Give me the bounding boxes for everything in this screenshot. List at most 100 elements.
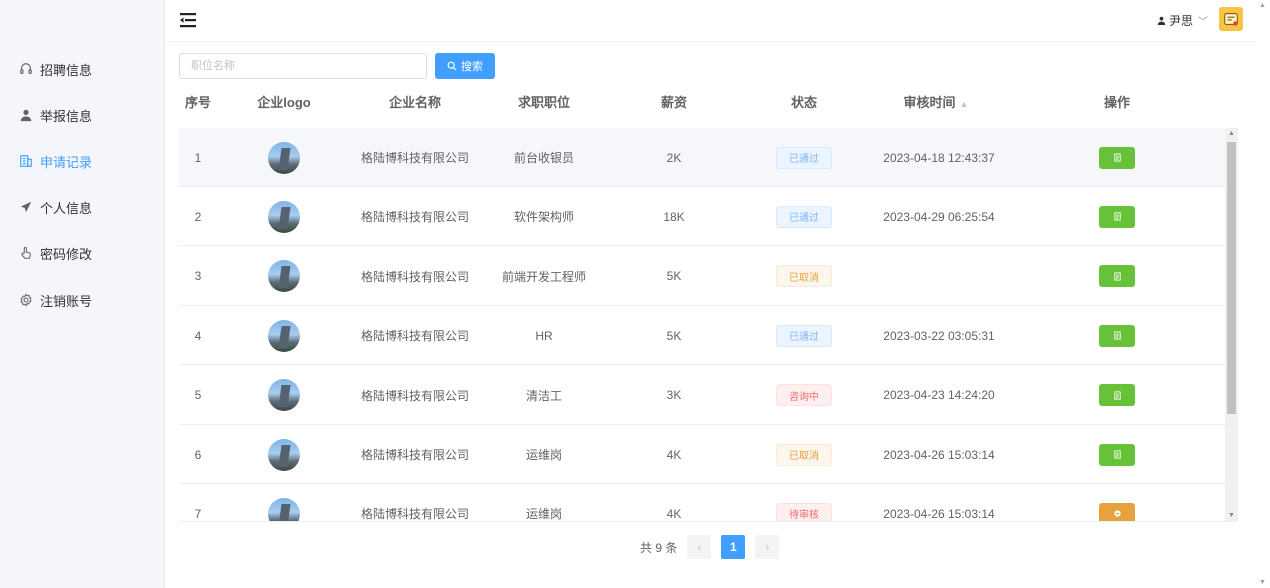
cell-position: 前端开发工程师 (501, 269, 587, 284)
page-scroll-down-icon[interactable]: ▼ (1259, 579, 1266, 586)
table-row[interactable]: 2 格陆博科技有限公司 软件架构师 18K 已通过 2023-04-29 06:25:54 (179, 187, 1225, 247)
user-icon (18, 107, 34, 123)
cell-logo (268, 187, 300, 246)
sidebar-item-label: 申请记录 (40, 154, 93, 170)
status-badge: 已通过 (776, 205, 832, 228)
cell-company: 格陆博科技有限公司 (360, 388, 470, 403)
view-detail-button[interactable] (1099, 443, 1135, 466)
cell-action (1099, 366, 1135, 425)
table-scrollbar[interactable]: ▲ ▼ (1225, 128, 1238, 522)
column-header-time-label: 审核时间 (903, 95, 956, 110)
cell-index: 7 (194, 506, 202, 521)
chevron-left-icon: ‹ (697, 540, 702, 554)
view-detail-button[interactable] (1099, 146, 1135, 169)
sidebar-item-recruitment[interactable]: 招聘信息 (18, 57, 92, 81)
cell-logo (268, 484, 300, 521)
table-body: 1 格陆博科技有限公司 前台收银员 2K 已通过 2023-04-18 12:43:37 2… (179, 128, 1225, 522)
cell-salary: 5K (666, 328, 682, 343)
search-icon (447, 61, 457, 71)
column-header-logo: 企业logo (257, 95, 311, 110)
headset-icon (18, 61, 34, 77)
document-icon (1113, 450, 1121, 459)
sort-icon[interactable]: ▲ (960, 87, 969, 121)
cell-company: 格陆博科技有限公司 (360, 151, 470, 165)
table-row[interactable]: 5 格陆博科技有限公司 清洁工 3K 咨询中 2023-04-23 14:24:20 (179, 366, 1225, 425)
document-icon (1113, 391, 1121, 400)
sidebar-item-profile[interactable]: 个人信息 (18, 195, 92, 219)
table-row[interactable]: 7 格陆博科技有限公司 运维岗 4K 待审核 2023-04-26 15:03:14 (179, 484, 1225, 521)
view-detail-button[interactable] (1099, 384, 1135, 407)
page-scrollbar[interactable]: ▲ ▼ (1256, 0, 1270, 588)
cell-position: 软件架构师 (513, 210, 575, 225)
cell-index: 3 (194, 269, 202, 284)
page-scroll-up-icon[interactable]: ▲ (1259, 2, 1266, 9)
prev-page-button[interactable]: ‹ (687, 535, 712, 559)
view-detail-button[interactable] (1099, 265, 1135, 288)
cell-salary: 2K (666, 150, 682, 165)
cell-company: 格陆博科技有限公司 (360, 269, 470, 284)
company-logo (268, 200, 300, 233)
cell-logo (268, 366, 300, 425)
document-icon (1113, 331, 1121, 340)
cell-review-time: 2023-03-22 03:05:31 (883, 328, 995, 343)
cell-index: 2 (194, 209, 202, 224)
cell-review-time: 2023-04-26 15:03:14 (883, 447, 995, 462)
view-detail-button[interactable] (1099, 502, 1135, 521)
view-detail-button[interactable] (1099, 324, 1135, 347)
scroll-down-icon[interactable]: ▼ (1225, 510, 1238, 522)
sidebar-item-label: 个人信息 (40, 200, 93, 216)
column-header-salary: 薪资 (660, 95, 688, 110)
sidebar-item-applications[interactable]: 申请记录 (18, 149, 92, 173)
company-logo (268, 319, 300, 352)
cell-logo (268, 128, 300, 187)
sidebar-item-password[interactable]: 密码修改 (18, 241, 92, 265)
table-row[interactable]: 6 格陆博科技有限公司 运维岗 4K 已取消 2023-04-26 15:03:14 (179, 425, 1225, 484)
cell-position: 运维岗 (525, 448, 563, 462)
cell-status: 已通过 (776, 187, 832, 246)
user-menu[interactable]: 尹思 ﹀ (1157, 12, 1208, 29)
search-input[interactable] (179, 53, 427, 79)
avatar-image-icon (1224, 13, 1238, 26)
circle-icon (1113, 510, 1121, 518)
column-header-index: 序号 (184, 95, 212, 110)
table-row[interactable]: 3 格陆博科技有限公司 前端开发工程师 5K 已取消 (179, 247, 1225, 306)
next-page-button[interactable]: › (755, 535, 780, 559)
chevron-down-icon: ﹀ (1198, 17, 1208, 28)
cell-logo (268, 247, 300, 306)
user-small-icon (1157, 16, 1166, 25)
scrollbar-thumb[interactable] (1227, 142, 1236, 414)
table-row[interactable]: 4 格陆博科技有限公司 HR 5K 已通过 2023-03-22 03:05:31 (179, 306, 1225, 366)
cell-review-time: 2023-04-18 12:43:37 (883, 150, 995, 165)
table-row[interactable]: 1 格陆博科技有限公司 前台收银员 2K 已通过 2023-04-18 12:43:37 (179, 128, 1225, 187)
cell-status: 已通过 (776, 306, 832, 365)
page-number-button[interactable]: 1 (721, 535, 746, 559)
column-header-time[interactable]: 审核时间 ▲ (904, 86, 969, 128)
avatar[interactable] (1219, 7, 1243, 31)
user-name: 尹思 (1168, 14, 1193, 28)
cell-action (1099, 425, 1135, 484)
company-logo (268, 497, 300, 521)
sidebar-item-deactivate[interactable]: 注销账号 (18, 288, 92, 312)
fold-menu-icon[interactable] (179, 11, 197, 29)
search-button[interactable]: 搜索 (435, 53, 495, 79)
sidebar-item-reports[interactable]: 举报信息 (18, 103, 92, 127)
cell-position: HR (535, 328, 553, 343)
chevron-right-icon: › (765, 540, 770, 554)
document-icon (1113, 153, 1121, 162)
top-header: 尹思 ﹀ (166, 0, 1256, 42)
view-detail-button[interactable] (1099, 205, 1135, 228)
pagination-total: 共 9 条 (640, 540, 678, 555)
cell-salary: 3K (666, 388, 682, 403)
gear-icon (18, 292, 34, 308)
cell-review-time: 2023-04-26 15:03:14 (883, 506, 995, 521)
sidebar-item-label: 举报信息 (40, 108, 93, 124)
cell-company: 格陆博科技有限公司 (360, 329, 470, 344)
cell-index: 4 (194, 328, 202, 343)
scroll-up-icon[interactable]: ▲ (1225, 128, 1238, 140)
cell-position: 清洁工 (525, 388, 563, 403)
cell-salary: 4K (666, 506, 682, 521)
cell-logo (268, 425, 300, 484)
document-icon (1113, 272, 1121, 281)
pointer-icon (18, 245, 34, 261)
cell-salary: 18K (663, 209, 685, 224)
